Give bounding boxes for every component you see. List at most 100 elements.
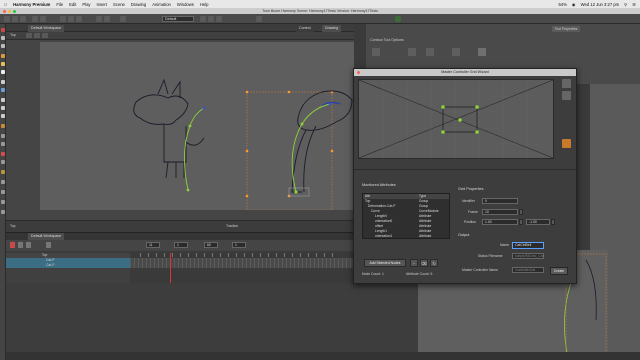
contour-editor-icon[interactable] <box>1 36 5 40</box>
paint-bucket-icon[interactable] <box>1 88 5 92</box>
zoom-button[interactable] <box>34 33 40 38</box>
light-table-button[interactable] <box>104 16 110 22</box>
menu-play[interactable]: Play <box>82 2 90 7</box>
search-icon[interactable]: ⚲ <box>624 2 627 7</box>
save-button[interactable] <box>20 16 26 22</box>
sketch-icon[interactable] <box>1 210 5 214</box>
folder-icon[interactable] <box>562 139 571 148</box>
tab-timeline[interactable]: Default Workspace <box>28 233 65 240</box>
eraser-tool-button[interactable] <box>216 16 222 22</box>
transform-mode-icon[interactable] <box>478 48 486 56</box>
minimize-window-button[interactable] <box>8 9 11 13</box>
trash-icon[interactable]: ⌫ <box>420 259 428 267</box>
frame-grid[interactable] <box>130 253 354 283</box>
menu-windows[interactable]: Windows <box>177 2 194 7</box>
frame-field[interactable]: 10 <box>482 209 518 215</box>
loop-button[interactable] <box>120 16 126 22</box>
deform-point[interactable] <box>328 102 332 106</box>
app-menu[interactable]: Harmony Premium <box>13 2 50 7</box>
grid-point[interactable] <box>475 105 479 109</box>
play-button[interactable] <box>68 16 74 22</box>
add-selected-nodes-button[interactable]: Add Selected Nodes <box>364 259 406 267</box>
deform-point[interactable] <box>186 188 190 192</box>
list-icon[interactable]: ☰ <box>632 2 636 7</box>
deform-point[interactable] <box>294 190 298 194</box>
snap-contour-icon[interactable] <box>372 48 380 56</box>
delete-layer-icon[interactable] <box>26 242 31 248</box>
rotate-icon[interactable] <box>1 160 5 164</box>
workspace-select[interactable]: Default <box>162 16 194 22</box>
zoom-window-button[interactable] <box>13 9 16 13</box>
select-mode-icon[interactable] <box>452 48 460 56</box>
add-layer-icon[interactable] <box>18 242 23 248</box>
position-x-stepper[interactable] <box>519 219 523 225</box>
close-window-button[interactable] <box>3 9 6 13</box>
bbox-handle[interactable] <box>245 149 249 153</box>
pivot-icon[interactable] <box>1 200 5 204</box>
pencil-icon[interactable] <box>1 62 5 66</box>
clock[interactable]: Wed 12 Jun 3:27 pm <box>581 2 620 7</box>
tab-camera[interactable]: Default Workspace <box>28 25 65 32</box>
position-x-field[interactable]: 1.00 <box>482 219 518 225</box>
stop-frame-field[interactable]: 60 <box>204 242 218 248</box>
eraser-icon[interactable] <box>1 80 5 84</box>
open-scene-button[interactable] <box>12 16 18 22</box>
menu-animation[interactable]: Animation <box>152 2 171 7</box>
snap-grid-icon[interactable] <box>408 48 416 56</box>
keyframe-icon[interactable] <box>46 242 51 248</box>
bbox-handle[interactable] <box>245 194 249 198</box>
bbox-handle[interactable] <box>245 90 249 94</box>
last-frame-button[interactable] <box>76 16 82 22</box>
apple-icon[interactable]:  <box>4 2 7 7</box>
dropper-icon[interactable] <box>1 124 5 128</box>
identifier-field[interactable]: 0 <box>482 198 518 204</box>
add-point-icon[interactable] <box>562 91 571 100</box>
deform-point[interactable] <box>202 106 206 110</box>
name-input[interactable]: CatCtrlBell <box>512 242 544 249</box>
brush-icon[interactable] <box>1 54 5 58</box>
rectangle-icon[interactable] <box>1 98 5 102</box>
text-icon[interactable] <box>1 70 5 74</box>
deform-point[interactable] <box>188 124 192 128</box>
first-frame-button[interactable] <box>60 16 66 22</box>
morph-icon[interactable] <box>1 190 5 194</box>
wifi-icon[interactable]: ◉ <box>572 2 576 7</box>
record-icon[interactable] <box>10 242 15 248</box>
drawing-stage[interactable] <box>40 42 354 211</box>
current-frame-field[interactable]: 11 <box>146 242 160 248</box>
zoom-fit-icon[interactable] <box>562 79 571 88</box>
menu-edit[interactable]: Edit <box>69 2 76 7</box>
grid-point[interactable] <box>441 130 445 134</box>
onion-skin-button[interactable] <box>96 16 102 22</box>
line-icon[interactable] <box>1 114 5 118</box>
deform-point[interactable] <box>300 122 304 126</box>
frame-stepper[interactable] <box>519 209 523 215</box>
transform-icon[interactable] <box>1 152 5 156</box>
status-filename-field[interactable]: scripts/MC/mc_Cat <box>512 253 544 259</box>
deformation-icon[interactable] <box>1 170 5 174</box>
grid-point[interactable] <box>475 130 479 134</box>
position-y-stepper[interactable] <box>551 219 555 225</box>
master-controller-name-field[interactable]: ControllerCat <box>512 267 544 273</box>
menu-file[interactable]: File <box>56 2 63 7</box>
new-scene-button[interactable] <box>4 16 10 22</box>
preferences-button[interactable] <box>256 16 262 22</box>
tab-control[interactable]: Control <box>296 25 314 32</box>
reset-view-button[interactable] <box>26 33 32 38</box>
pencil-tool-button[interactable] <box>208 16 214 22</box>
ellipse-icon[interactable] <box>1 106 5 110</box>
snap-point-icon[interactable] <box>426 48 434 56</box>
tab-drawing[interactable]: Drawing <box>322 25 342 32</box>
hand-icon[interactable] <box>1 134 5 138</box>
grid-point[interactable] <box>441 105 445 109</box>
grid-point[interactable] <box>458 118 462 122</box>
controller-grid-view[interactable] <box>358 79 554 159</box>
close-dialog-button[interactable] <box>357 71 360 74</box>
brush-tool-button[interactable] <box>200 16 206 22</box>
menu-help[interactable]: Help <box>200 2 209 7</box>
playhead[interactable] <box>170 253 171 283</box>
menu-insert[interactable]: Insert <box>97 2 107 7</box>
layer-row[interactable]: Cat-P <box>6 263 130 268</box>
start-frame-field[interactable]: 1 <box>174 242 188 248</box>
fps-field[interactable]: 1 <box>232 242 246 248</box>
